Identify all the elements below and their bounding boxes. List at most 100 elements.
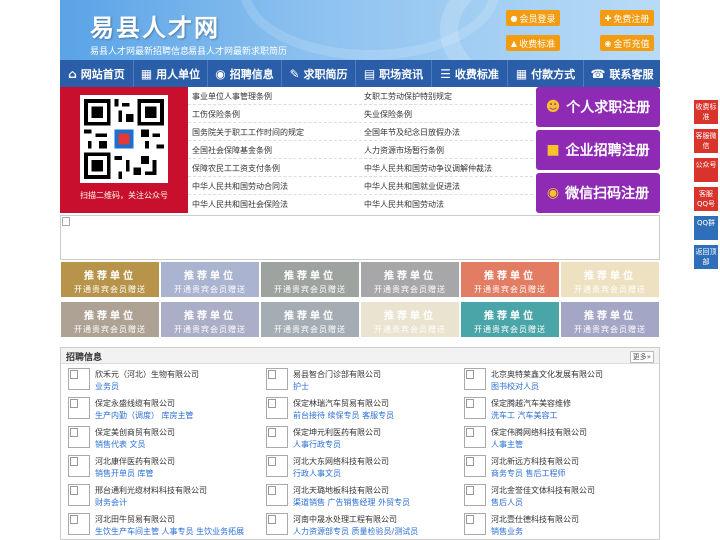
recommended-tile[interactable]: 推荐单位 开通贵宾会员赠送 — [461, 302, 559, 337]
recommended-tile[interactable]: 推荐单位 开通贵宾会员赠送 — [461, 262, 559, 297]
company-name[interactable]: 保定永盛线缆有限公司 — [95, 398, 175, 409]
company-logo[interactable] — [464, 426, 486, 448]
company-logo[interactable] — [464, 368, 486, 390]
job-positions[interactable]: 生饮生产车间主管 人事专员 生饮业务拓展 — [95, 526, 244, 537]
nav-contact[interactable]: ☎ 联系客服 — [584, 60, 660, 87]
more-link[interactable]: 更多» — [629, 351, 654, 363]
recommended-tile[interactable]: 推荐单位 开通贵宾会员赠送 — [561, 302, 659, 337]
company-name[interactable]: 河北田牛贸易有限公司 — [95, 514, 175, 525]
company-logo[interactable] — [68, 397, 90, 419]
recommended-tile[interactable]: 推荐单位 开通贵宾会员赠送 — [161, 302, 259, 337]
job-card[interactable]: 河北康伴医药有限公司 销售开单员 库管 — [63, 454, 258, 480]
job-positions[interactable]: 销售业务 — [491, 526, 523, 537]
company-name[interactable]: 河北天璐地板科技有限公司 — [293, 485, 389, 496]
job-card[interactable]: 邢台通利光缆材料科技有限公司 财务会计 — [63, 483, 258, 509]
company-name[interactable]: 保定坤元利医药有限公司 — [293, 427, 381, 438]
law-link[interactable]: 中华人民共和国劳动合同法 — [192, 181, 288, 192]
job-positions[interactable]: 商务专员 售后工程师 — [491, 468, 566, 479]
law-link[interactable]: 人力资源市场暂行条例 — [364, 145, 444, 156]
recommended-tile[interactable]: 推荐单位 开通贵宾会员赠送 — [361, 262, 459, 297]
company-logo[interactable] — [68, 426, 90, 448]
job-card[interactable]: 保定伟腾网络科技有限公司 人事主管 — [459, 425, 654, 451]
company-logo[interactable] — [266, 484, 288, 506]
job-card[interactable]: 保定美创商贸有限公司 销售代表 文员 — [63, 425, 258, 451]
personal-register-button[interactable]: ☻ 个人求职注册 — [536, 87, 660, 127]
company-logo[interactable] — [266, 455, 288, 477]
company-name[interactable]: 河北金誉佳文体科技有限公司 — [491, 485, 595, 496]
job-card[interactable]: 河北天璐地板科技有限公司 渠道销售 广告销售经理 外贸专员 — [261, 483, 456, 509]
sidebar-button[interactable]: 客服微信 — [694, 129, 718, 153]
job-positions[interactable]: 护士 — [293, 381, 309, 392]
job-card[interactable]: 保定腾越汽车美容维修 洗车工 汽车美容工 — [459, 396, 654, 422]
company-logo[interactable] — [68, 368, 90, 390]
job-positions[interactable]: 财务会计 — [95, 497, 127, 508]
company-logo[interactable] — [68, 484, 90, 506]
company-logo[interactable] — [266, 513, 288, 535]
company-name[interactable]: 河南中晟水处理工程有限公司 — [293, 514, 397, 525]
recharge-button[interactable]: ◉ 金币充值 — [600, 35, 654, 51]
job-card[interactable]: 欣禾元（河北）生物有限公司 业务员 — [63, 367, 258, 393]
company-name[interactable]: 河北新远方科技有限公司 — [491, 456, 579, 467]
law-link[interactable]: 保障农民工工资支付条例 — [192, 163, 280, 174]
sidebar-button[interactable]: 公众号 — [694, 158, 718, 182]
recommended-tile[interactable]: 推荐单位 开通贵宾会员赠送 — [261, 302, 359, 337]
job-positions[interactable]: 人事主管 — [491, 439, 523, 450]
job-card[interactable]: 易县智合门诊部有限公司 护士 — [261, 367, 456, 393]
law-link[interactable]: 工伤保险条例 — [192, 109, 240, 120]
company-name[interactable]: 河北壹仕德科技有限公司 — [491, 514, 579, 525]
nav-jobs[interactable]: ◉ 招聘信息 — [208, 60, 282, 87]
law-link[interactable]: 中华人民共和国劳动法 — [364, 199, 444, 210]
recommended-tile[interactable]: 推荐单位 开通贵宾会员赠送 — [161, 262, 259, 297]
nav-employers[interactable]: ▦ 用人单位 — [134, 60, 208, 87]
job-card[interactable]: 保定永盛线缆有限公司 生产内勤（调度） 库房主管 — [63, 396, 258, 422]
pricing-button[interactable]: ▲ 收费标准 — [506, 35, 560, 51]
company-logo[interactable] — [464, 513, 486, 535]
job-positions[interactable]: 人事行政专员 — [293, 439, 341, 450]
job-positions[interactable]: 售后人员 — [491, 497, 523, 508]
ad-banner[interactable] — [60, 215, 660, 260]
company-logo[interactable] — [464, 455, 486, 477]
job-positions[interactable]: 渠道销售 广告销售经理 外贸专员 — [293, 497, 410, 508]
nav-pricing[interactable]: ☰ 收费标准 — [432, 60, 508, 87]
job-card[interactable]: 保定坤元利医药有限公司 人事行政专员 — [261, 425, 456, 451]
job-card[interactable]: 北京奥特莱鑫文化发展有限公司 图书校对人员 — [459, 367, 654, 393]
register-button[interactable]: ✚ 免费注册 — [600, 10, 654, 26]
job-positions[interactable]: 图书校对人员 — [491, 381, 539, 392]
header-note-jobs[interactable]: 易县人才网最新招聘信息 — [90, 44, 189, 57]
company-name[interactable]: 保定伟腾网络科技有限公司 — [491, 427, 587, 438]
job-card[interactable]: 保定林瑞汽车贸易有限公司 前台接待 续保专员 客服专员 — [261, 396, 456, 422]
law-link[interactable]: 失业保险条例 — [364, 109, 412, 120]
recommended-tile[interactable]: 推荐单位 开通贵宾会员赠送 — [561, 262, 659, 297]
job-positions[interactable]: 销售代表 文员 — [95, 439, 146, 450]
login-button[interactable]: ● 会员登录 — [506, 10, 560, 26]
header-note-resumes[interactable]: 易县人才网最新求职简历 — [188, 44, 287, 57]
nav-home[interactable]: ⌂ 网站首页 — [60, 60, 134, 87]
job-card[interactable]: 河北新远方科技有限公司 商务专员 售后工程师 — [459, 454, 654, 480]
company-register-button[interactable]: ■ 企业招聘注册 — [536, 130, 660, 170]
company-logo[interactable] — [464, 484, 486, 506]
job-card[interactable]: 河北大东网络科技有限公司 行政人事文员 — [261, 454, 456, 480]
company-name[interactable]: 保定美创商贸有限公司 — [95, 427, 175, 438]
law-link[interactable]: 中华人民共和国就业促进法 — [364, 181, 460, 192]
sidebar-button[interactable]: 客服QQ号 — [694, 187, 718, 211]
law-link[interactable]: 事业单位人事管理条例 — [192, 91, 272, 102]
sidebar-button[interactable]: 收费标准 — [694, 100, 718, 124]
job-positions[interactable]: 洗车工 汽车美容工 — [491, 410, 558, 421]
nav-payment[interactable]: ▦ 付款方式 — [508, 60, 584, 87]
sidebar-button[interactable]: QQ群 — [694, 216, 718, 240]
company-logo[interactable] — [464, 397, 486, 419]
company-name[interactable]: 北京奥特莱鑫文化发展有限公司 — [491, 369, 603, 380]
company-logo[interactable] — [266, 397, 288, 419]
job-positions[interactable]: 人力资源部专员 质量检验员/测试员 — [293, 526, 418, 537]
company-logo[interactable] — [266, 426, 288, 448]
job-card[interactable]: 河北金誉佳文体科技有限公司 售后人员 — [459, 483, 654, 509]
nav-news[interactable]: ▤ 职场资讯 — [356, 60, 432, 87]
law-link[interactable]: 中华人民共和国社会保险法 — [192, 199, 288, 210]
recommended-tile[interactable]: 推荐单位 开通贵宾会员赠送 — [261, 262, 359, 297]
site-title[interactable]: 易县人才网 — [90, 8, 220, 43]
company-name[interactable]: 邢台通利光缆材料科技有限公司 — [95, 485, 207, 496]
job-card[interactable]: 河北壹仕德科技有限公司 销售业务 — [459, 512, 654, 538]
sidebar-button[interactable]: 返回顶部 — [694, 245, 718, 269]
wechat-register-button[interactable]: ◉ 微信扫码注册 — [536, 173, 660, 213]
company-name[interactable]: 易县智合门诊部有限公司 — [293, 369, 381, 380]
